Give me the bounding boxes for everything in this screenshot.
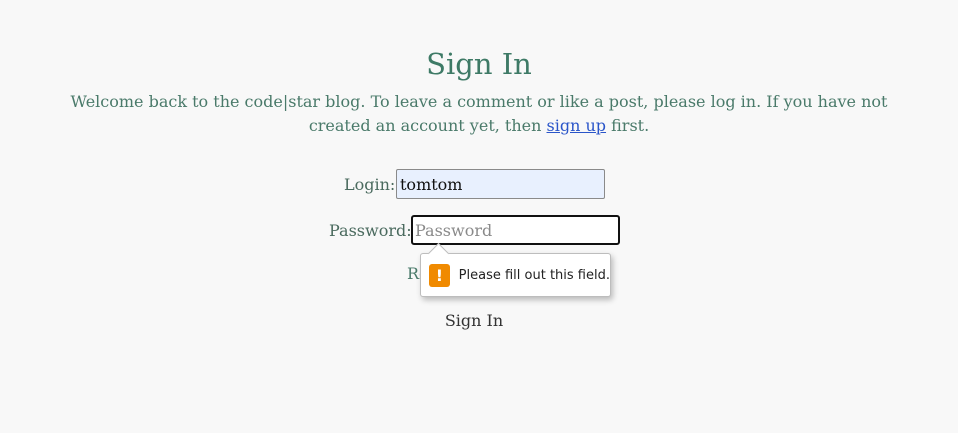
- validation-tooltip: ! Please fill out this field.: [420, 242, 611, 297]
- intro-text: Welcome back to the code|star blog. To l…: [60, 90, 898, 138]
- password-label: Password:: [329, 221, 412, 240]
- password-input[interactable]: [411, 215, 620, 245]
- sign-in-button[interactable]: Sign In: [434, 308, 514, 332]
- page-title: Sign In: [426, 47, 532, 81]
- validation-message: Please fill out this field.: [458, 267, 610, 283]
- warning-icon: !: [429, 263, 450, 287]
- login-label: Login:: [344, 175, 396, 194]
- intro-text-end: first.: [606, 116, 650, 135]
- login-input[interactable]: [396, 169, 605, 199]
- intro-text-start: Welcome back to the code|star blog. To l…: [70, 92, 888, 135]
- tooltip-arrow: [427, 242, 450, 265]
- sign-up-link[interactable]: sign up: [547, 116, 607, 135]
